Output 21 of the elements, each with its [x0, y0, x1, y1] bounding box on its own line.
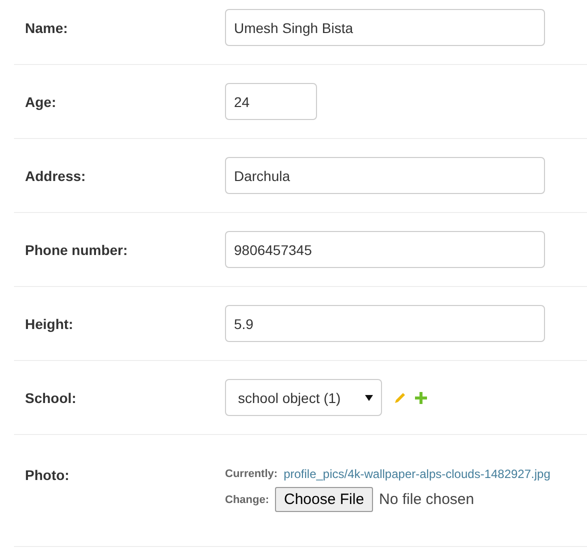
- text-field[interactable]: 5.9: [225, 305, 545, 342]
- choose-file-button[interactable]: Choose File: [275, 487, 374, 512]
- field-label: Name:: [25, 20, 69, 36]
- text-field[interactable]: 9806457345: [225, 231, 545, 268]
- field-label: Address:: [25, 168, 87, 184]
- file-status: No file chosen: [379, 491, 474, 508]
- currently-label: Currently:: [225, 468, 278, 480]
- text-field[interactable]: Umesh Singh Bista: [225, 9, 545, 46]
- field-label: Photo:: [25, 467, 70, 483]
- text-field[interactable]: 24: [225, 83, 317, 120]
- pencil-icon[interactable]: [394, 391, 407, 404]
- file-link[interactable]: profile_pics/4k-wallpaper-alps-clouds-1482927.jpg: [284, 467, 550, 481]
- caret-icon: [365, 394, 373, 400]
- change-label: Change:: [225, 494, 269, 506]
- select-dropdown[interactable]: school object (1): [225, 379, 382, 416]
- field-label: Age:: [25, 94, 58, 110]
- field-label: Height:: [25, 316, 74, 332]
- field-label: Phone number:: [25, 242, 129, 258]
- text-field[interactable]: Darchula: [225, 157, 545, 194]
- plus-icon[interactable]: [415, 392, 427, 404]
- field-label: School:: [25, 390, 78, 406]
